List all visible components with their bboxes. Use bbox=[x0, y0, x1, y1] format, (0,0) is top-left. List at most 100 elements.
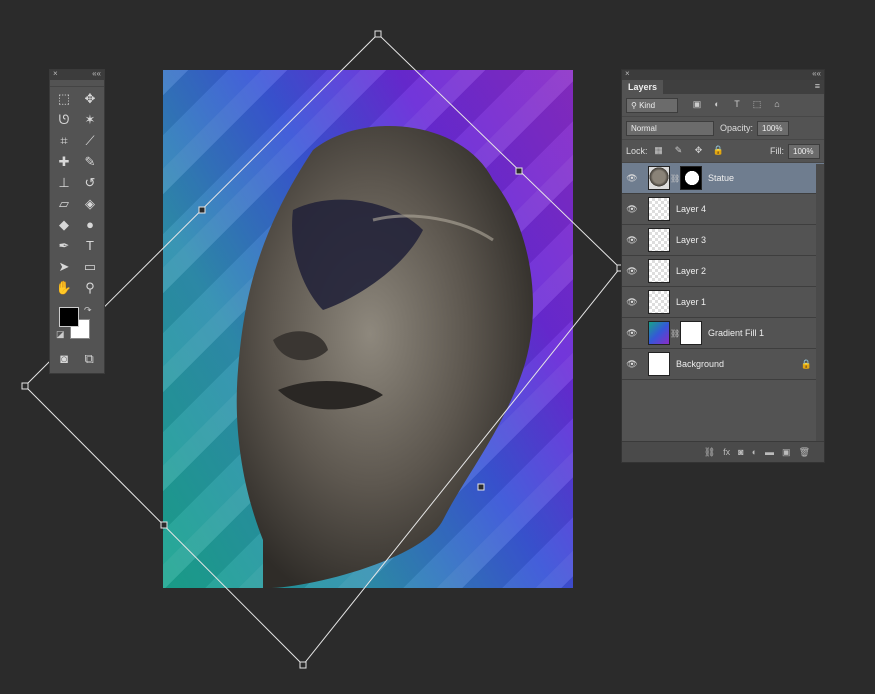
tool-grid: ⬚ ✥ ᘎ ✶ ⌗ ⟋ ✚ ✎ ⊥ ↺ ▱ ◈ ◆ ● ✒ T ➤ ▭ ✋ ⚲ bbox=[50, 87, 104, 299]
layer-thumbnail[interactable] bbox=[648, 321, 670, 345]
lock-label: Lock: bbox=[626, 146, 648, 156]
layer-name: Statue bbox=[708, 173, 735, 183]
default-colors-icon[interactable]: ◪ bbox=[56, 329, 65, 340]
layer-row[interactable]: 👁 Layer 2 bbox=[622, 256, 824, 287]
swap-colors-icon[interactable]: ↷ bbox=[84, 305, 92, 316]
lasso-icon[interactable]: ᘎ bbox=[51, 110, 77, 129]
layer-thumbnail[interactable] bbox=[648, 290, 670, 314]
adjustment-filter-icon[interactable]: ◐ bbox=[710, 99, 724, 111]
layer-thumbnail[interactable] bbox=[648, 197, 670, 221]
lock-position-icon[interactable]: ✥ bbox=[692, 145, 706, 157]
layer-row[interactable]: 👁 ⛓ Gradient Fill 1 bbox=[622, 318, 824, 349]
collapse-icon[interactable]: «« bbox=[812, 69, 821, 78]
filter-icons: ▣ ◐ T ⬚ ⌂ bbox=[690, 99, 784, 111]
lock-image-icon[interactable]: ✎ bbox=[672, 145, 686, 157]
shape-filter-icon[interactable]: ⬚ bbox=[750, 99, 764, 111]
eye-icon[interactable]: 👁 bbox=[622, 328, 642, 339]
layer-thumbnail[interactable] bbox=[648, 166, 670, 190]
fill-value: 100% bbox=[793, 146, 814, 156]
zoom-icon[interactable]: ⚲ bbox=[77, 278, 103, 297]
link-icon[interactable]: ⛓ bbox=[670, 174, 680, 183]
layers-titlebar: × «« bbox=[622, 69, 824, 80]
layer-row[interactable]: 👁 ⛓ Statue bbox=[622, 163, 824, 194]
panel-menu-icon[interactable]: ≡ bbox=[815, 81, 820, 91]
eye-icon[interactable]: 👁 bbox=[622, 235, 642, 246]
link-icon[interactable]: ⛓ bbox=[670, 329, 680, 338]
new-layer-icon[interactable]: ▣ bbox=[782, 447, 791, 458]
dodge-icon[interactable]: ● bbox=[77, 215, 103, 234]
crop-icon[interactable]: ⌗ bbox=[51, 131, 77, 150]
adjustment-layer-icon[interactable]: ◐ bbox=[752, 447, 757, 457]
new-group-icon[interactable]: ▬ bbox=[765, 447, 774, 457]
document-canvas[interactable] bbox=[163, 70, 573, 588]
blend-mode-select[interactable]: Normal bbox=[626, 120, 714, 136]
filter-kind-label: Kind bbox=[639, 100, 656, 110]
transform-handle[interactable] bbox=[299, 661, 307, 669]
blend-mode-value: Normal bbox=[631, 123, 657, 133]
smart-object-filter-icon[interactable]: ⌂ bbox=[770, 99, 784, 111]
layer-mask-thumbnail[interactable] bbox=[680, 166, 702, 190]
eye-icon[interactable]: 👁 bbox=[622, 359, 642, 370]
eye-icon[interactable]: 👁 bbox=[622, 173, 642, 184]
opacity-label: Opacity: bbox=[720, 123, 754, 133]
eye-icon[interactable]: 👁 bbox=[622, 297, 642, 308]
search-icon: ⚲ bbox=[631, 100, 637, 110]
filter-kind-select[interactable]: ⚲ Kind bbox=[626, 97, 678, 113]
layer-mask-thumbnail[interactable] bbox=[680, 321, 702, 345]
type-filter-icon[interactable]: T bbox=[730, 99, 744, 111]
panel-grip[interactable] bbox=[50, 80, 104, 87]
quick-mask-icon[interactable]: ◙ bbox=[60, 349, 68, 368]
layer-name: Layer 1 bbox=[676, 297, 707, 307]
lock-all-icon[interactable]: 🔒 bbox=[712, 145, 726, 157]
path-selection-icon[interactable]: ➤ bbox=[51, 257, 77, 276]
layer-row[interactable]: 👁 Layer 3 bbox=[622, 225, 824, 256]
paint-bucket-icon[interactable]: ◈ bbox=[77, 194, 103, 213]
transform-handle[interactable] bbox=[21, 382, 29, 390]
tab-layers[interactable]: Layers bbox=[622, 80, 664, 94]
layer-row[interactable]: 👁 Background 🔒 bbox=[622, 349, 824, 380]
add-mask-icon[interactable]: ◙ bbox=[738, 447, 743, 457]
tab-row: Layers ≡ bbox=[622, 80, 824, 94]
collapse-icon[interactable]: «« bbox=[92, 69, 101, 78]
marquee-icon[interactable]: ⬚ bbox=[51, 89, 77, 108]
layer-name: Layer 2 bbox=[676, 266, 707, 276]
healing-brush-icon[interactable]: ✚ bbox=[51, 152, 77, 171]
eraser-icon[interactable]: ▱ bbox=[51, 194, 77, 213]
trash-icon[interactable]: 🗑 bbox=[799, 447, 810, 458]
rectangle-icon[interactable]: ▭ bbox=[77, 257, 103, 276]
hand-icon[interactable]: ✋ bbox=[51, 278, 77, 297]
close-icon[interactable]: × bbox=[625, 69, 630, 78]
magic-wand-icon[interactable]: ✶ bbox=[77, 110, 103, 129]
layer-name: Gradient Fill 1 bbox=[708, 328, 765, 338]
color-swatches: ↷ ◪ bbox=[50, 305, 104, 345]
screen-mode-icon[interactable]: ⧉ bbox=[84, 349, 93, 368]
close-icon[interactable]: × bbox=[53, 69, 58, 78]
foreground-color-swatch[interactable] bbox=[59, 307, 79, 327]
statue-image bbox=[236, 126, 533, 588]
layer-name: Layer 3 bbox=[676, 235, 707, 245]
eye-icon[interactable]: 👁 bbox=[622, 266, 642, 277]
move-icon[interactable]: ✥ bbox=[77, 89, 103, 108]
history-brush-icon[interactable]: ↺ bbox=[77, 173, 103, 192]
type-icon[interactable]: T bbox=[77, 236, 103, 255]
transform-handle[interactable] bbox=[374, 30, 382, 38]
pen-icon[interactable]: ✒ bbox=[51, 236, 77, 255]
scrollbar[interactable] bbox=[816, 164, 824, 442]
layer-row[interactable]: 👁 Layer 1 bbox=[622, 287, 824, 318]
layers-panel: × «« Layers ≡ ⚲ Kind ▣ ◐ T ⬚ ⌂ Normal Opacit… bbox=[621, 69, 825, 463]
eye-icon[interactable]: 👁 bbox=[622, 204, 642, 215]
layer-thumbnail[interactable] bbox=[648, 259, 670, 283]
eyedropper-icon[interactable]: ⟋ bbox=[77, 131, 103, 150]
fill-input[interactable]: 100% bbox=[788, 143, 820, 159]
link-layers-icon[interactable]: ⛓ bbox=[704, 447, 715, 458]
layer-thumbnail[interactable] bbox=[648, 228, 670, 252]
brush-icon[interactable]: ✎ bbox=[77, 152, 103, 171]
opacity-input[interactable]: 100% bbox=[757, 120, 790, 136]
clone-stamp-icon[interactable]: ⊥ bbox=[51, 173, 77, 192]
fx-icon[interactable]: fx bbox=[723, 447, 730, 457]
blur-icon[interactable]: ◆ bbox=[51, 215, 77, 234]
layer-row[interactable]: 👁 Layer 4 bbox=[622, 194, 824, 225]
pixel-filter-icon[interactable]: ▣ bbox=[690, 99, 704, 111]
lock-transparent-icon[interactable]: ▦ bbox=[652, 145, 666, 157]
layer-thumbnail[interactable] bbox=[648, 352, 670, 376]
